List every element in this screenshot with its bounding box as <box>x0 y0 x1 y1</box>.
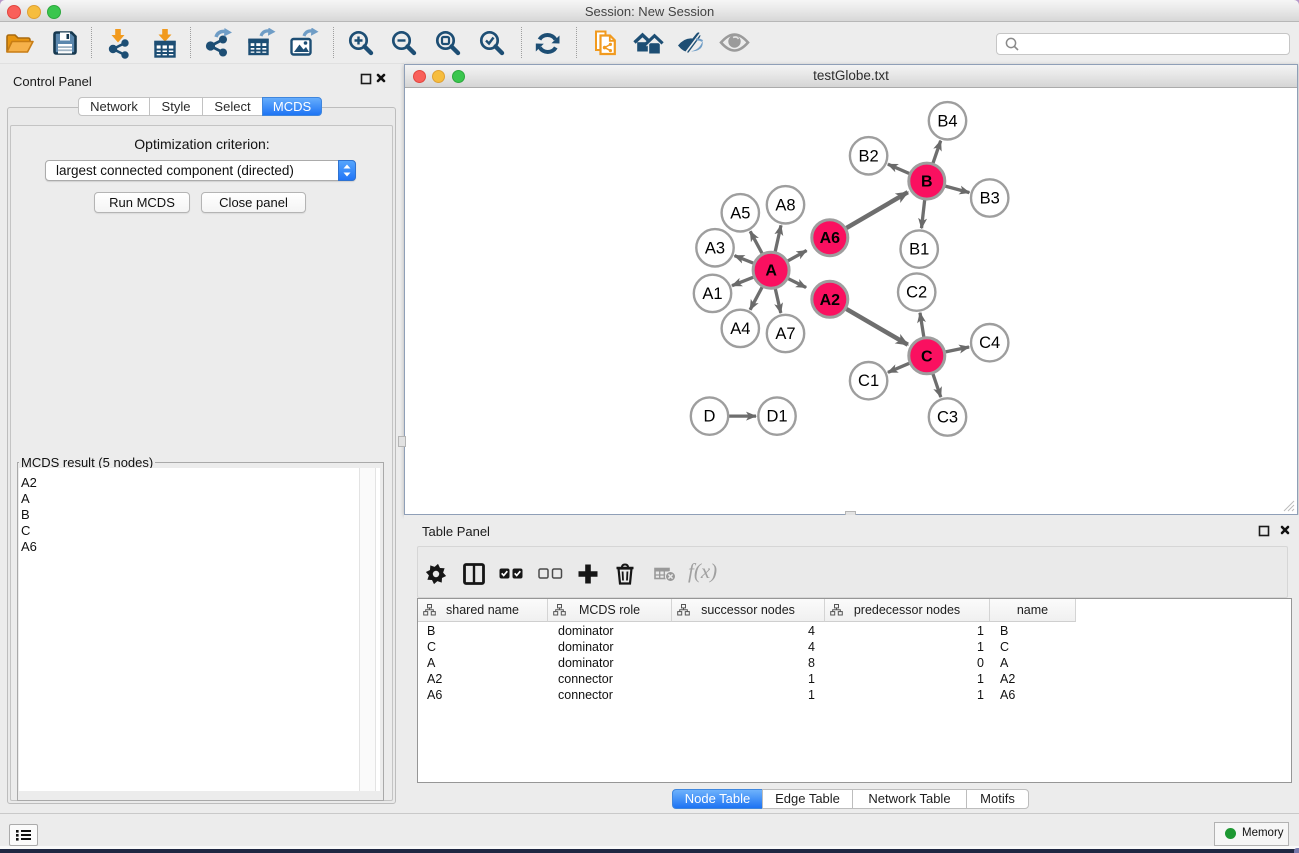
svg-text:A8: A8 <box>775 196 795 214</box>
svg-text:A2: A2 <box>820 292 841 309</box>
svg-text:A: A <box>765 263 777 280</box>
svg-text:A1: A1 <box>702 285 722 303</box>
svg-text:B1: B1 <box>909 241 929 259</box>
svg-text:B: B <box>921 174 933 191</box>
svg-text:C3: C3 <box>937 409 958 427</box>
svg-text:C4: C4 <box>979 334 1000 352</box>
svg-text:C2: C2 <box>906 284 927 302</box>
svg-text:C: C <box>921 348 933 365</box>
svg-text:A7: A7 <box>775 325 795 343</box>
svg-text:B3: B3 <box>980 190 1000 208</box>
svg-text:C1: C1 <box>858 372 879 390</box>
svg-text:D1: D1 <box>766 408 787 426</box>
svg-text:A5: A5 <box>730 204 750 222</box>
svg-text:A4: A4 <box>730 320 750 338</box>
svg-text:D: D <box>704 408 716 426</box>
svg-text:A3: A3 <box>705 239 725 257</box>
svg-text:B4: B4 <box>937 112 957 130</box>
svg-text:A6: A6 <box>820 230 841 247</box>
svg-text:B2: B2 <box>859 147 879 165</box>
